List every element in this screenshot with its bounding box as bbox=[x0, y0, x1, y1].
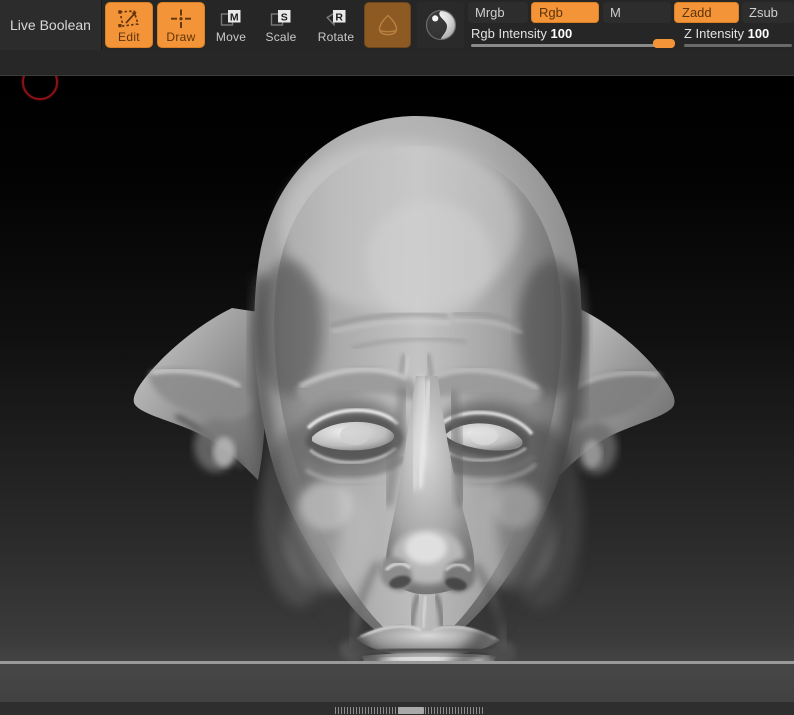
rgb-intensity-value: 100 bbox=[550, 26, 573, 41]
main-toolbar: Live Boolean Edit Draw M Move S Scale R … bbox=[0, 0, 794, 51]
brush-glyph-icon bbox=[378, 14, 397, 36]
material-sphere-icon bbox=[425, 9, 456, 41]
rgb-intensity-label-text: Rgb Intensity bbox=[471, 26, 547, 41]
channel-label-m: M bbox=[610, 5, 621, 20]
draw-button[interactable]: Draw bbox=[157, 2, 205, 48]
channel-label-zsub: Zsub bbox=[749, 5, 778, 20]
bottom-panel bbox=[0, 663, 794, 715]
move-button-label: Move bbox=[215, 29, 247, 44]
channel-label-rgb: Rgb bbox=[539, 5, 563, 20]
channel-label-mrgb: Mrgb bbox=[475, 5, 505, 20]
scale-button[interactable]: S Scale bbox=[259, 2, 303, 48]
draw-crosshair-icon bbox=[169, 8, 193, 30]
current-brush-swatch[interactable] bbox=[364, 2, 411, 48]
rotate-button-label: Rotate bbox=[317, 29, 355, 44]
z-intensity-track[interactable] bbox=[684, 44, 792, 47]
svg-text:S: S bbox=[281, 11, 288, 23]
edit-transform-icon bbox=[117, 8, 141, 30]
live-boolean-label: Live Boolean bbox=[10, 17, 91, 33]
channel-toggle-m[interactable]: M bbox=[603, 2, 671, 23]
channel-toggle-zadd[interactable]: Zadd bbox=[674, 2, 739, 23]
rgb-intensity-track[interactable] bbox=[471, 39, 675, 48]
sculpt-viewport[interactable] bbox=[0, 76, 794, 663]
bottom-panel-inner bbox=[0, 664, 794, 703]
rgb-intensity-knob[interactable] bbox=[653, 39, 675, 48]
zbrush-window: Live Boolean Edit Draw M Move S Scale R … bbox=[0, 0, 794, 715]
move-m-icon: M bbox=[219, 8, 243, 30]
z-intensity-label-text: Z Intensity bbox=[684, 26, 744, 41]
channel-toggle-zsub[interactable]: Zsub bbox=[742, 2, 794, 23]
rgb-intensity-slider[interactable]: Rgb Intensity 100 bbox=[468, 27, 677, 49]
scale-button-label: Scale bbox=[265, 29, 297, 44]
left-ear bbox=[133, 308, 266, 480]
channel-label-zadd: Zadd bbox=[682, 5, 712, 20]
channel-toggle-rgb[interactable]: Rgb bbox=[531, 2, 599, 23]
edit-button-label: Edit bbox=[118, 29, 140, 44]
elf-head-model bbox=[133, 116, 675, 663]
rgb-intensity-label: Rgb Intensity 100 bbox=[468, 27, 677, 41]
live-boolean-button[interactable]: Live Boolean bbox=[0, 0, 102, 50]
z-intensity-slider[interactable]: Z Intensity 100 bbox=[681, 27, 794, 49]
z-intensity-label: Z Intensity 100 bbox=[681, 27, 794, 41]
z-intensity-value: 100 bbox=[747, 26, 770, 41]
svg-text:M: M bbox=[230, 11, 239, 23]
channel-toggle-mrgb[interactable]: Mrgb bbox=[468, 2, 528, 23]
rotate-r-icon: R bbox=[324, 8, 348, 30]
bottom-scrollbar-thumb[interactable] bbox=[398, 707, 424, 714]
scale-s-icon: S bbox=[269, 8, 293, 30]
current-material-sphere[interactable] bbox=[417, 2, 464, 48]
move-button[interactable]: M Move bbox=[209, 2, 253, 48]
bottom-status-bar bbox=[0, 703, 794, 715]
draw-button-label: Draw bbox=[166, 29, 196, 44]
rotate-button[interactable]: R Rotate bbox=[311, 2, 361, 48]
edit-button[interactable]: Edit bbox=[105, 2, 153, 48]
svg-text:R: R bbox=[335, 11, 343, 23]
secondary-toolbar-strip bbox=[0, 50, 794, 76]
